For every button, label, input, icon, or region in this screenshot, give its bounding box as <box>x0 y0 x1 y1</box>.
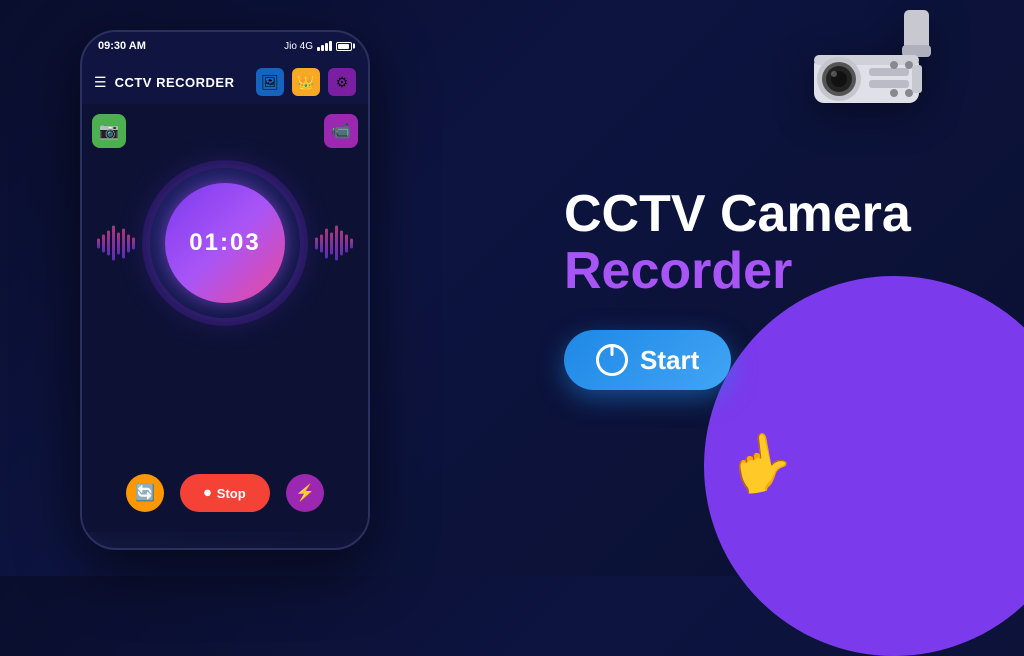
battery-icon <box>336 42 352 51</box>
status-time: 09:30 AM <box>98 40 146 52</box>
header-left: ☰ CCTV RECORDER <box>94 74 234 91</box>
timer-display: 01:03 <box>189 229 260 257</box>
power-icon <box>596 344 628 376</box>
menu-icon[interactable]: ☰ <box>94 74 107 91</box>
camera-svg <box>784 10 964 140</box>
app-header: ☰ CCTV RECORDER 🖼 👑 ⚙ <box>82 60 368 104</box>
gallery-button[interactable]: 🖼 <box>256 68 284 96</box>
crown-icon: 👑 <box>297 74 314 91</box>
header-icons: 🖼 👑 ⚙ <box>256 68 356 96</box>
gallery-icon: 🖼 <box>261 74 279 91</box>
start-button[interactable]: Start <box>564 330 731 390</box>
camera-image <box>784 10 964 145</box>
status-right: Jio 4G <box>284 41 352 52</box>
signal-icon <box>317 41 332 51</box>
title-line2: Recorder <box>564 243 964 300</box>
crown-button[interactable]: 👑 <box>292 68 320 96</box>
lightning-button[interactable]: ⚡ <box>286 474 324 512</box>
sound-wave-left <box>97 226 135 261</box>
settings-icon: ⚙ <box>336 74 349 91</box>
start-label: Start <box>640 345 699 376</box>
top-buttons: 📷 📹 <box>92 114 358 148</box>
settings-button[interactable]: ⚙ <box>328 68 356 96</box>
sound-wave-right <box>315 226 353 261</box>
stop-button[interactable]: ⏺ Stop <box>180 474 270 512</box>
stop-label: Stop <box>217 486 246 501</box>
phone-frame: 09:30 AM Jio 4G ☰ CCTV RECORDER <box>80 30 370 550</box>
purple-camera-button[interactable]: 📹 <box>324 114 358 148</box>
green-cam-icon: 📷 <box>99 121 119 141</box>
app-title: CCTV RECORDER <box>115 75 235 90</box>
timer-container: 01:03 <box>92 168 358 318</box>
timer-outer: 01:03 <box>150 168 300 318</box>
lightning-icon: ⚡ <box>295 483 315 503</box>
purple-cam-icon: 📹 <box>331 121 351 141</box>
rotate-icon: 🔄 <box>135 483 155 503</box>
phone-content: 📷 📹 <box>82 104 368 532</box>
phone-mockup: 09:30 AM Jio 4G ☰ CCTV RECORDER <box>80 30 370 550</box>
carrier-text: Jio 4G <box>284 41 313 52</box>
green-camera-button[interactable]: 📷 <box>92 114 126 148</box>
bottom-controls: 🔄 ⏺ Stop ⚡ <box>82 474 368 512</box>
stop-dot-icon: ⏺ <box>204 485 211 501</box>
status-bar: 09:30 AM Jio 4G <box>82 32 368 60</box>
timer-inner: 01:03 <box>165 183 285 303</box>
hand-cursor: 👆 <box>720 426 799 502</box>
title-line1: CCTV Camera <box>564 186 964 243</box>
rotate-button[interactable]: 🔄 <box>126 474 164 512</box>
